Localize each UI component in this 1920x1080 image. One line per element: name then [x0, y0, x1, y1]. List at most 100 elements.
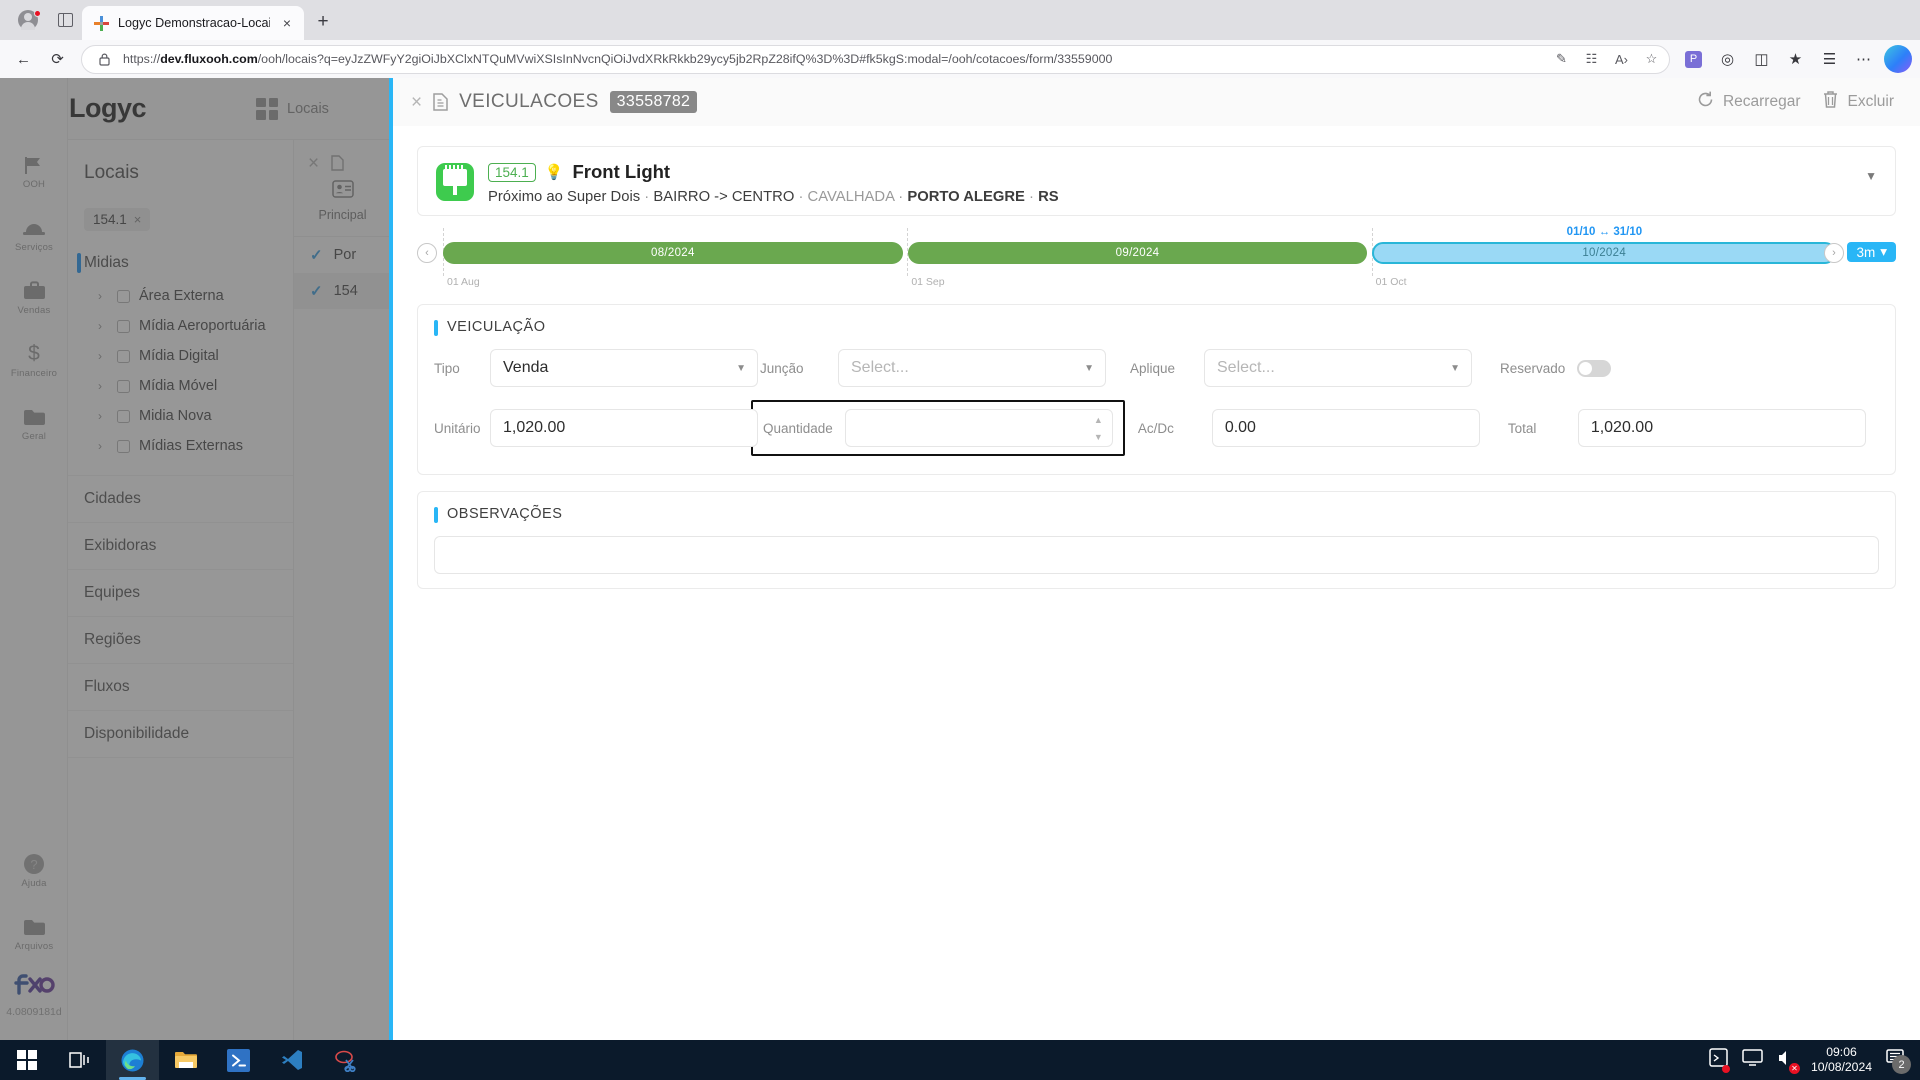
check-icon: ✓	[310, 282, 323, 300]
tab-search-icon[interactable]	[48, 4, 82, 36]
chevron-right-icon[interactable]: ›	[98, 439, 108, 453]
snipping-tool-button[interactable]	[318, 1040, 371, 1080]
tree-checkbox[interactable]	[117, 290, 130, 303]
modal-close-icon[interactable]: ×	[411, 93, 422, 112]
stepper-up-icon[interactable]: ▲	[1094, 416, 1103, 425]
taskbar-clock[interactable]: 09:06 10/08/2024	[1811, 1045, 1872, 1076]
tree-item[interactable]: ›Mídia Digital	[68, 341, 293, 371]
unitario-input[interactable]: 1,020.00	[490, 409, 758, 447]
tree-item[interactable]: ›Mídias Externas	[68, 431, 293, 461]
start-button[interactable]	[0, 1040, 53, 1080]
aplique-select[interactable]: Select... ▼	[1204, 349, 1472, 387]
unitario-field: Unitário 1,020.00	[434, 409, 760, 447]
document-icon	[433, 93, 448, 111]
menu-item-cidades[interactable]: Cidades	[68, 476, 293, 523]
chevron-right-icon[interactable]: ›	[98, 409, 108, 423]
rail-item-geral[interactable]: Geral	[0, 392, 68, 455]
timeline-segment[interactable]: 09/2024	[908, 242, 1368, 264]
tree-checkbox[interactable]	[117, 410, 130, 423]
favorite-star-icon[interactable]: ☆	[1640, 48, 1663, 71]
timeline-next-button[interactable]: ›	[1824, 243, 1844, 263]
display-icon[interactable]	[1742, 1049, 1763, 1072]
tree-checkbox[interactable]	[117, 320, 130, 333]
list-item[interactable]: ✓Por	[294, 237, 391, 273]
tree-checkbox[interactable]	[117, 440, 130, 453]
acdc-input[interactable]: 0.00	[1212, 409, 1480, 447]
timeline-segment-selected[interactable]: 10/2024	[1372, 242, 1836, 264]
browser-essentials-icon[interactable]: ◎	[1712, 44, 1743, 75]
logyc-favicon	[93, 15, 110, 32]
modal-actions: Recarregar Excluir	[1696, 90, 1920, 114]
profile-button[interactable]	[8, 4, 48, 36]
excluir-button[interactable]: Excluir	[1822, 90, 1894, 114]
filter-chip[interactable]: 154.1 ×	[84, 208, 150, 231]
p-profile-icon[interactable]: P	[1678, 44, 1709, 75]
tab-title: Logyc Demonstracao-Locais	[118, 16, 270, 30]
volume-muted-icon[interactable]: ✕	[1777, 1049, 1797, 1072]
back-icon[interactable]: ←	[8, 44, 39, 75]
total-input[interactable]: 1,020.00	[1578, 409, 1866, 447]
rail-item-financeiro[interactable]: $ Financeiro	[0, 329, 68, 392]
read-aloud-icon[interactable]: A›	[1610, 48, 1633, 71]
timeline-zoom-button[interactable]: 3m ▾	[1847, 242, 1896, 262]
tipo-select[interactable]: Venda ▼	[490, 349, 758, 387]
screen-share-icon[interactable]	[1709, 1048, 1728, 1072]
menu-item-disponibilidade[interactable]: Disponibilidade	[68, 711, 293, 758]
menu-item-regioes[interactable]: Regiões	[68, 617, 293, 664]
header-locais-button[interactable]: Locais	[256, 98, 329, 120]
unitario-label: Unitário	[434, 421, 478, 436]
menu-item-exibidoras[interactable]: Exibidoras	[68, 523, 293, 570]
secondary-panel: × Principal ✓Por ✓154	[294, 140, 392, 1040]
rail-item-vendas[interactable]: Vendas	[0, 266, 68, 329]
pen-icon[interactable]: ✎	[1550, 48, 1573, 71]
filter-chip-remove-icon[interactable]: ×	[134, 212, 142, 227]
split-screen-icon[interactable]: ◫	[1746, 44, 1777, 75]
reservado-toggle[interactable]	[1577, 360, 1611, 377]
notification-center-button[interactable]: 2	[1886, 1049, 1906, 1071]
stepper-down-icon[interactable]: ▼	[1094, 433, 1103, 442]
menu-item-equipes[interactable]: Equipes	[68, 570, 293, 617]
secondary-panel-close-icon[interactable]: ×	[308, 153, 319, 175]
vscode-button[interactable]	[265, 1040, 318, 1080]
quantidade-stepper[interactable]: ▲ ▼	[1094, 416, 1103, 442]
tab-close-icon[interactable]: ×	[278, 14, 296, 32]
chevron-right-icon[interactable]: ›	[98, 379, 108, 393]
timeline-track[interactable]: 08/2024 09/2024 10/2024	[443, 242, 1836, 264]
rail-item-servicos[interactable]: Serviços	[0, 203, 68, 266]
rail-item-ooh[interactable]: OOH	[0, 140, 68, 203]
tree-item[interactable]: ›Mídia Aeroportuária	[68, 311, 293, 341]
tree-checkbox[interactable]	[117, 380, 130, 393]
menu-item-fluxos[interactable]: Fluxos	[68, 664, 293, 711]
tab-principal[interactable]: Principal	[294, 175, 391, 222]
timeline-prev-button[interactable]: ‹	[417, 243, 437, 263]
rail-item-ajuda[interactable]: ? Ajuda	[0, 839, 68, 902]
chevron-right-icon[interactable]: ›	[98, 289, 108, 303]
reload-icon[interactable]: ⟳	[42, 44, 73, 75]
acdc-label: Ac/Dc	[1138, 421, 1200, 436]
address-bar[interactable]: https://dev.fluxooh.com/ooh/locais?q=eyJ…	[81, 45, 1670, 74]
file-explorer-button[interactable]	[159, 1040, 212, 1080]
edge-button[interactable]	[106, 1040, 159, 1080]
powershell-button[interactable]	[212, 1040, 265, 1080]
list-item[interactable]: ✓154	[294, 273, 391, 309]
collections-icon[interactable]: ☷	[1580, 48, 1603, 71]
observacoes-input[interactable]	[434, 536, 1879, 574]
browser-tab[interactable]: Logyc Demonstracao-Locais ×	[82, 6, 304, 40]
place-expand-caret-icon[interactable]: ▼	[1865, 169, 1877, 183]
juncao-select[interactable]: Select... ▼	[838, 349, 1106, 387]
quantidade-input[interactable]: ▲ ▼	[845, 409, 1113, 447]
tree-item[interactable]: ›Midia Nova	[68, 401, 293, 431]
new-tab-button[interactable]: +	[308, 7, 338, 37]
task-view-button[interactable]	[53, 1040, 106, 1080]
tree-item[interactable]: ›Mídia Móvel	[68, 371, 293, 401]
tab-strip: Logyc Demonstracao-Locais × +	[0, 0, 1920, 40]
chevron-right-icon[interactable]: ›	[98, 319, 108, 333]
rail-item-arquivos[interactable]: Arquivos	[0, 902, 68, 965]
midias-section-header[interactable]: Midias	[68, 245, 293, 281]
place-name: Front Light	[572, 161, 670, 183]
tree-item[interactable]: ›Área Externa	[68, 281, 293, 311]
tree-checkbox[interactable]	[117, 350, 130, 363]
chevron-right-icon[interactable]: ›	[98, 349, 108, 363]
timeline-segment[interactable]: 08/2024	[443, 242, 903, 264]
recarregar-button[interactable]: Recarregar	[1696, 90, 1801, 114]
